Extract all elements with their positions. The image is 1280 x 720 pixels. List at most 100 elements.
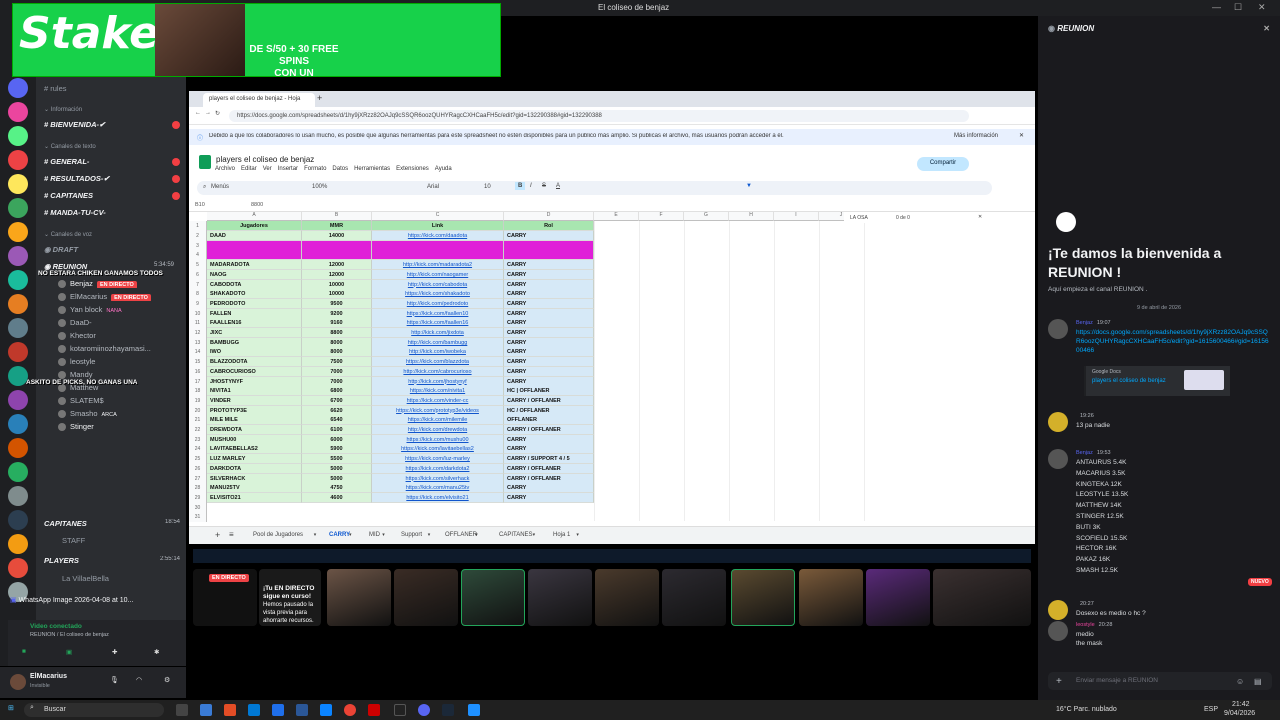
chrome-icon[interactable] xyxy=(344,704,356,716)
server-icon[interactable] xyxy=(8,510,28,530)
cell-rol[interactable]: CARRY xyxy=(504,357,594,368)
find-input[interactable]: LA OSA xyxy=(850,215,868,221)
voice-user[interactable]: Mandy xyxy=(58,370,182,380)
chat-close-icon[interactable]: ✕ xyxy=(1263,24,1270,33)
cell-mmr[interactable]: 7000 xyxy=(302,366,372,377)
server-icon[interactable] xyxy=(8,246,28,266)
all-sheets-icon[interactable]: ≡ xyxy=(229,530,234,539)
cell-name[interactable]: SILVERHACK xyxy=(207,473,302,484)
channel-item[interactable]: ⌄ Canales de voz xyxy=(44,231,186,238)
server-icon[interactable] xyxy=(8,198,28,218)
participant-video-tile[interactable] xyxy=(461,569,525,626)
row-number[interactable]: 2 xyxy=(189,231,207,241)
voice-user[interactable]: ElMacarius EN DIRECTO xyxy=(58,292,182,302)
name-box[interactable]: B10 xyxy=(195,202,205,208)
cell-link[interactable] xyxy=(372,240,504,251)
cell-rol[interactable]: CARRY xyxy=(504,376,594,387)
emoji-icon[interactable]: ☺ xyxy=(1236,677,1244,686)
column-header[interactable]: E xyxy=(594,212,639,221)
cell-mmr[interactable]: 7500 xyxy=(302,357,372,368)
taskbar-search[interactable]: Buscar xyxy=(24,703,164,717)
cell-link[interactable] xyxy=(372,250,504,261)
cell-name[interactable]: BAMBUGG xyxy=(207,337,302,348)
cell-name[interactable] xyxy=(207,240,302,251)
server-icon[interactable] xyxy=(8,150,28,170)
cell-rol[interactable]: CARRY xyxy=(504,289,594,300)
windows-start-icon[interactable]: ⊞ xyxy=(8,704,14,712)
cell-link[interactable]: https://kick.com/mushu00 xyxy=(372,434,504,445)
row-number[interactable]: 15 xyxy=(189,357,207,368)
cell-rol[interactable]: OFFLANER xyxy=(504,415,594,426)
channel-item[interactable]: # RESULTADOS-✔ xyxy=(44,174,186,183)
cell-rol[interactable]: CARRY xyxy=(504,308,594,319)
message-author[interactable]: 19:26 xyxy=(1076,412,1271,421)
cell-rol[interactable]: CARRY xyxy=(504,366,594,377)
cell-name[interactable]: DARKDOTA xyxy=(207,463,302,474)
column-header[interactable]: F xyxy=(639,212,684,221)
cell-mmr[interactable]: 14000 xyxy=(302,231,372,241)
channel-item[interactable]: # CAPITANES xyxy=(44,191,186,200)
menu-datos[interactable]: Datos xyxy=(332,166,348,172)
doc-title[interactable]: players el coliseo de benjaz xyxy=(216,155,314,164)
cell-name[interactable]: JHOSTYNYF xyxy=(207,376,302,387)
office-icon[interactable] xyxy=(224,704,236,716)
row-number[interactable]: 30 xyxy=(189,502,207,513)
stream-paused-tile[interactable]: ¡Tu EN DIRECTO sigue en curso! Hemos pau… xyxy=(259,569,321,626)
cell-mmr[interactable]: 6540 xyxy=(302,415,372,426)
minimize-icon[interactable]: — xyxy=(1212,2,1221,12)
cell-link[interactable]: http://kick.com/cabodota xyxy=(372,279,504,290)
cell-mmr[interactable]: 6800 xyxy=(302,386,372,397)
column-title[interactable]: Link xyxy=(372,221,504,231)
voice-user[interactable]: Stinger xyxy=(58,422,182,432)
cell-rol[interactable]: CARRY xyxy=(504,434,594,445)
channel-item[interactable]: # rules xyxy=(44,84,186,93)
channel-item[interactable]: La VillaelBella xyxy=(62,574,204,583)
cell-rol[interactable]: CARRY xyxy=(504,318,594,329)
server-icon[interactable] xyxy=(8,462,28,482)
row-number[interactable]: 23 xyxy=(189,434,207,445)
column-header[interactable]: A xyxy=(207,212,302,221)
cell-mmr[interactable]: 4750 xyxy=(302,483,372,494)
cell-name[interactable]: CABODOTA xyxy=(207,279,302,290)
activities-icon[interactable]: ✚ xyxy=(112,648,117,656)
cell-link[interactable]: https://kick.com/luz-marley xyxy=(372,454,504,465)
sheet-tab[interactable]: Support xyxy=(401,532,422,538)
participant-video-tile[interactable] xyxy=(866,569,930,626)
row-number[interactable]: 6 xyxy=(189,269,207,280)
new-messages-badge[interactable]: NUEVO xyxy=(1248,578,1272,586)
row-number[interactable]: 21 xyxy=(189,415,207,426)
cell-mmr[interactable]: 8000 xyxy=(302,347,372,358)
cell-mmr[interactable]: 10000 xyxy=(302,289,372,300)
app2-icon[interactable] xyxy=(468,704,480,716)
link-embed[interactable]: Google Docs players el coliseo de benjaz xyxy=(1084,366,1230,396)
cell-name[interactable]: MILE MILE xyxy=(207,415,302,426)
camera-icon[interactable]: ■ xyxy=(22,648,26,655)
server-icon[interactable] xyxy=(8,534,28,554)
whatsapp-attachment[interactable]: ▣ WhatsApp Image 2026-04-08 at 10... xyxy=(10,596,186,610)
add-attachment-icon[interactable]: + xyxy=(1056,676,1062,687)
new-tab-icon[interactable]: + xyxy=(317,93,322,103)
cell-rol[interactable]: CARRY xyxy=(504,260,594,271)
participant-video-tile[interactable] xyxy=(799,569,863,626)
cell-link[interactable]: https://kick.com/vinder-cc xyxy=(372,395,504,406)
row-number[interactable]: 13 xyxy=(189,337,207,348)
cell-link[interactable]: https://kick.com/darkdota2 xyxy=(372,463,504,474)
channel-item[interactable]: CAPITANES 18:54 xyxy=(44,519,186,528)
message-author[interactable]: leostyle 20:28 xyxy=(1076,621,1271,630)
row-number[interactable]: 14 xyxy=(189,347,207,358)
menu-ver[interactable]: Ver xyxy=(263,166,272,172)
browser-tab[interactable]: players el coliseo de benjaz - Hoja xyxy=(203,93,315,107)
more-info-link[interactable]: Más información xyxy=(954,133,998,139)
discord-icon[interactable] xyxy=(418,704,430,716)
cell-mmr[interactable]: 9200 xyxy=(302,308,372,319)
server-icon[interactable] xyxy=(8,318,28,338)
cell-link[interactable]: http://kick.com/naogamer xyxy=(372,269,504,280)
participant-video-tile[interactable] xyxy=(327,569,391,626)
menu-extensiones[interactable]: Extensiones xyxy=(396,166,429,172)
server-icon[interactable] xyxy=(8,414,28,434)
cell-link[interactable]: https://kick.com/silverhack xyxy=(372,473,504,484)
cell-name[interactable]: JIXC xyxy=(207,328,302,338)
column-header[interactable]: C xyxy=(372,212,504,221)
cell-mmr[interactable]: 6700 xyxy=(302,395,372,406)
bold-icon[interactable]: B xyxy=(515,182,526,190)
